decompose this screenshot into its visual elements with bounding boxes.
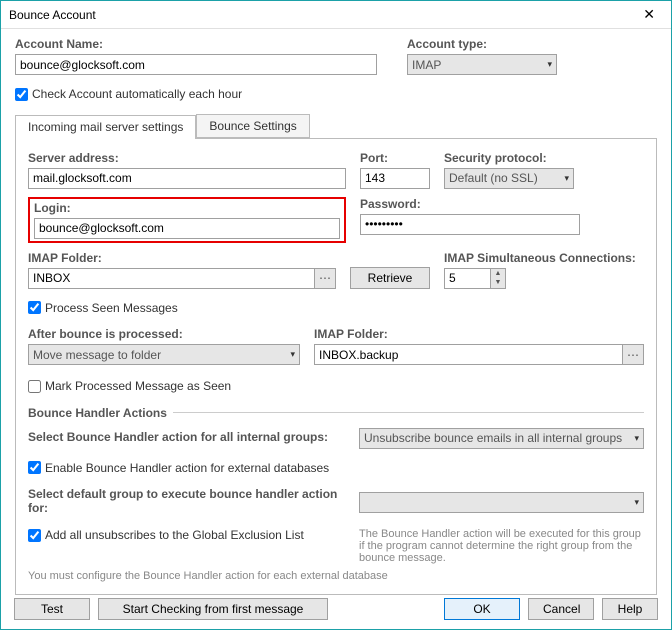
select-action-select[interactable]: Unsubscribe bounce emails in all interna… [359,428,644,449]
security-select[interactable]: Default (no SSL) ▾ [444,168,574,189]
tab-incoming[interactable]: Incoming mail server settings [15,115,196,139]
titlebar: Bounce Account ✕ [1,1,671,29]
chevron-down-icon: ▾ [634,433,639,444]
imap-folder-input[interactable] [28,268,314,289]
help-text: The Bounce Handler action will be execut… [359,528,644,564]
add-unsub-checkbox[interactable]: Add all unsubscribes to the Global Exclu… [28,528,349,542]
process-seen-checkbox[interactable]: Process Seen Messages [28,301,178,315]
ok-button[interactable]: OK [444,598,520,620]
mark-processed-checkbox[interactable]: Mark Processed Message as Seen [28,379,231,393]
check-auto-checkbox[interactable]: Check Account automatically each hour [15,87,242,101]
actions-section-label: Bounce Handler Actions [28,406,644,420]
default-group-label: Select default group to execute bounce h… [28,487,349,515]
close-icon[interactable]: ✕ [635,4,663,25]
select-action-label: Select Bounce Handler action for all int… [28,430,349,444]
account-name-input[interactable] [15,54,377,75]
enable-external-checkbox[interactable]: Enable Bounce Handler action for externa… [28,461,329,475]
after-bounce-label: After bounce is processed: [28,327,300,341]
test-button[interactable]: Test [14,598,90,620]
default-group-select[interactable]: ▾ [359,492,644,513]
imap-folder2-label: IMAP Folder: [314,327,644,341]
retrieve-button[interactable]: Retrieve [350,267,430,289]
content: Account Name: Account type: IMAP ▾ Check… [1,29,671,603]
start-checking-button[interactable]: Start Checking from first message [98,598,328,620]
login-input[interactable] [34,218,340,239]
account-type-select[interactable]: IMAP ▾ [407,54,557,75]
security-label: Security protocol: [444,151,644,165]
chevron-down-icon: ▾ [564,173,569,184]
tabs: Incoming mail server settings Bounce Set… [15,114,657,139]
imap-folder-label: IMAP Folder: [28,251,336,265]
window-title: Bounce Account [9,8,96,22]
after-bounce-select[interactable]: Move message to folder ▾ [28,344,300,365]
account-name-label: Account Name: [15,37,377,51]
password-label: Password: [360,197,644,211]
port-label: Port: [360,151,430,165]
sim-conn-spinner[interactable]: ▲▼ [444,268,644,289]
tab-bounce[interactable]: Bounce Settings [196,114,309,138]
chevron-down-icon: ▾ [290,349,295,360]
chevron-down-icon: ▾ [547,59,552,70]
account-type-label: Account type: [407,37,657,51]
footer: Test Start Checking from first message O… [14,598,658,620]
tab-panel: Server address: Port: Security protocol:… [15,139,657,596]
chevron-up-icon[interactable]: ▲ [491,269,505,279]
imap-folder2-input[interactable] [314,344,622,365]
chevron-down-icon: ▾ [634,497,639,508]
login-label: Login: [34,201,340,215]
ellipsis-icon[interactable]: ⋯ [314,268,336,289]
server-address-label: Server address: [28,151,346,165]
port-input[interactable] [360,168,430,189]
server-address-input[interactable] [28,168,346,189]
config-note: You must configure the Bounce Handler ac… [28,570,644,582]
chevron-down-icon[interactable]: ▼ [491,278,505,288]
password-input[interactable] [360,214,580,235]
help-button[interactable]: Help [602,598,658,620]
cancel-button[interactable]: Cancel [528,598,594,620]
sim-conn-label: IMAP Simultaneous Connections: [444,251,644,265]
ellipsis-icon[interactable]: ⋯ [622,344,644,365]
